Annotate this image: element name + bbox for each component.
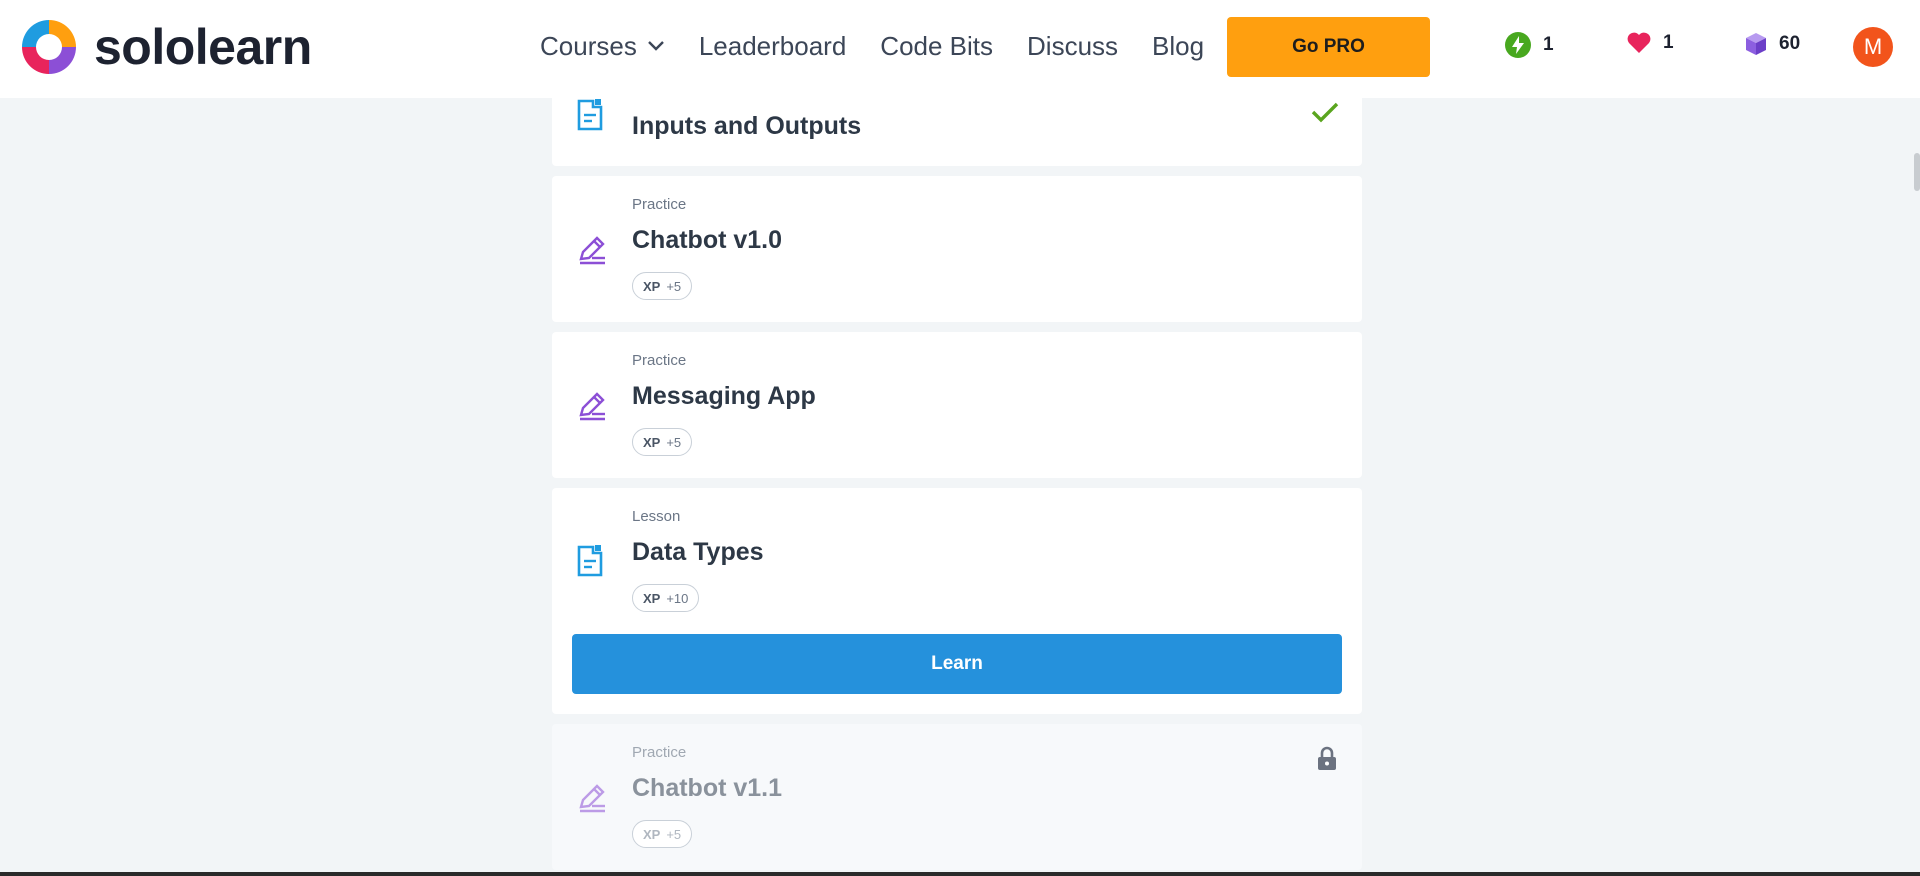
lightning-icon xyxy=(1505,32,1531,58)
item-title: Chatbot v1.1 xyxy=(632,774,783,802)
hearts-counter[interactable]: 1 xyxy=(1627,32,1674,54)
page-scrollbar[interactable] xyxy=(1914,153,1920,191)
pencil-icon xyxy=(579,236,605,265)
nav-discuss[interactable]: Discuss xyxy=(1027,28,1118,64)
xp-value: +5 xyxy=(666,826,682,842)
top-header: sololearn Courses Leaderboard Code Bits … xyxy=(0,0,1920,98)
nav-code-bits[interactable]: Code Bits xyxy=(880,28,993,64)
lesson-doc-icon xyxy=(577,99,603,131)
main-nav: Courses Leaderboard Code Bits Discuss Bl… xyxy=(540,28,1238,64)
item-kind-label: Practice xyxy=(632,196,687,213)
nav-blog[interactable]: Blog xyxy=(1152,28,1204,64)
streak-counter[interactable]: 1 xyxy=(1505,32,1554,58)
streak-count: 1 xyxy=(1543,34,1554,55)
bottom-edge xyxy=(0,872,1920,876)
xp-value: +5 xyxy=(666,434,682,450)
practice-card-chatbot-v1-0[interactable]: Practice Chatbot v1.0 XP +5 xyxy=(552,176,1362,322)
nav-courses[interactable]: Courses xyxy=(540,28,665,64)
lesson-card-data-types[interactable]: Lesson Data Types XP +10 Learn xyxy=(552,488,1362,714)
xp-badge: XP +5 xyxy=(632,820,693,848)
item-title: Data Types xyxy=(632,538,764,566)
xp-label: XP xyxy=(643,278,661,294)
lesson-card-inputs-outputs[interactable]: Inputs and Outputs xyxy=(552,86,1362,166)
pencil-icon xyxy=(579,392,605,421)
heart-icon xyxy=(1627,32,1651,53)
lock-icon xyxy=(1318,746,1336,770)
chevron-down-icon xyxy=(647,41,664,51)
sololearn-logo[interactable]: sololearn xyxy=(18,16,312,78)
item-kind-label: Practice xyxy=(632,744,687,761)
lesson-title: Inputs and Outputs xyxy=(632,112,862,140)
nav-leaderboard[interactable]: Leaderboard xyxy=(699,28,846,64)
item-title: Chatbot v1.0 xyxy=(632,226,783,254)
checkmark-icon xyxy=(1311,102,1339,123)
item-kind-label: Lesson xyxy=(632,508,681,525)
xp-badge: XP +10 xyxy=(632,584,700,612)
practice-card-messaging-app[interactable]: Practice Messaging App XP +5 xyxy=(552,332,1362,478)
practice-card-chatbot-v1-1[interactable]: Practice Chatbot v1.1 XP +5 xyxy=(552,724,1362,870)
xp-value: +10 xyxy=(666,590,689,606)
xp-badge: XP +5 xyxy=(632,272,693,300)
sololearn-logo-icon xyxy=(22,20,76,74)
lesson-doc-icon xyxy=(577,545,603,577)
nav-courses-label: Courses xyxy=(540,31,637,61)
xp-badge: XP +5 xyxy=(632,428,693,456)
xp-label: XP xyxy=(643,826,661,842)
logo-wordmark: sololearn xyxy=(94,19,312,75)
item-kind-label: Practice xyxy=(632,352,687,369)
bits-counter[interactable]: 60 xyxy=(1745,32,1800,56)
bits-count: 60 xyxy=(1779,33,1801,54)
xp-label: XP xyxy=(643,590,661,606)
pencil-icon xyxy=(579,784,605,813)
xp-value: +5 xyxy=(666,278,682,294)
hearts-count: 1 xyxy=(1663,32,1674,53)
xp-label: XP xyxy=(643,434,661,450)
item-title: Messaging App xyxy=(632,382,816,410)
user-avatar[interactable]: M xyxy=(1853,27,1893,67)
cube-icon xyxy=(1746,33,1766,55)
learn-button[interactable]: Learn xyxy=(572,634,1342,694)
go-pro-button[interactable]: Go PRO xyxy=(1227,17,1430,77)
